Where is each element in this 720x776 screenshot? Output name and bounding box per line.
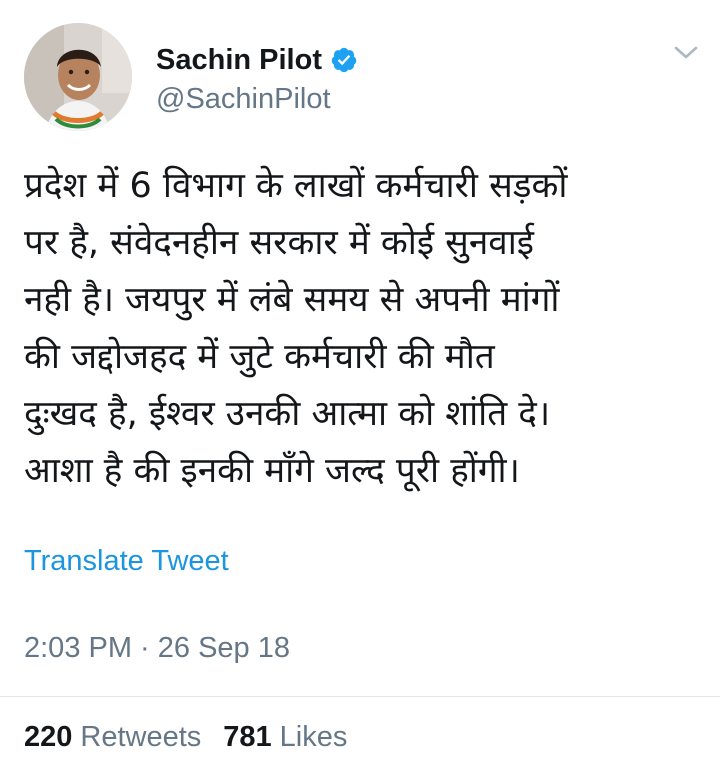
profile-photo	[24, 23, 132, 131]
divider	[0, 696, 720, 697]
author-display-name[interactable]: Sachin Pilot	[156, 44, 322, 77]
retweets-stat[interactable]: 220 Retweets	[24, 721, 201, 754]
likes-stat[interactable]: 781 Likes	[223, 721, 347, 754]
chevron-down-icon[interactable]	[672, 42, 700, 64]
avatar[interactable]	[24, 23, 132, 131]
verified-badge-icon	[330, 46, 358, 74]
retweets-label: Retweets	[80, 721, 202, 753]
tweet-text: प्रदेश में 6 विभाग के लाखों कर्मचारी सड़…	[24, 166, 568, 491]
retweets-count: 220	[24, 721, 73, 753]
likes-count: 781	[223, 721, 272, 753]
likes-label: Likes	[279, 721, 348, 753]
author-name-row: Sachin Pilot	[156, 38, 358, 82]
tweet-stats: 220 Retweets 781 Likes	[24, 721, 347, 754]
translate-tweet-link[interactable]: Translate Tweet	[24, 545, 229, 578]
author-handle[interactable]: @SachinPilot	[156, 83, 331, 116]
tweet-timestamp[interactable]: 2:03 PM · 26 Sep 18	[24, 632, 290, 665]
